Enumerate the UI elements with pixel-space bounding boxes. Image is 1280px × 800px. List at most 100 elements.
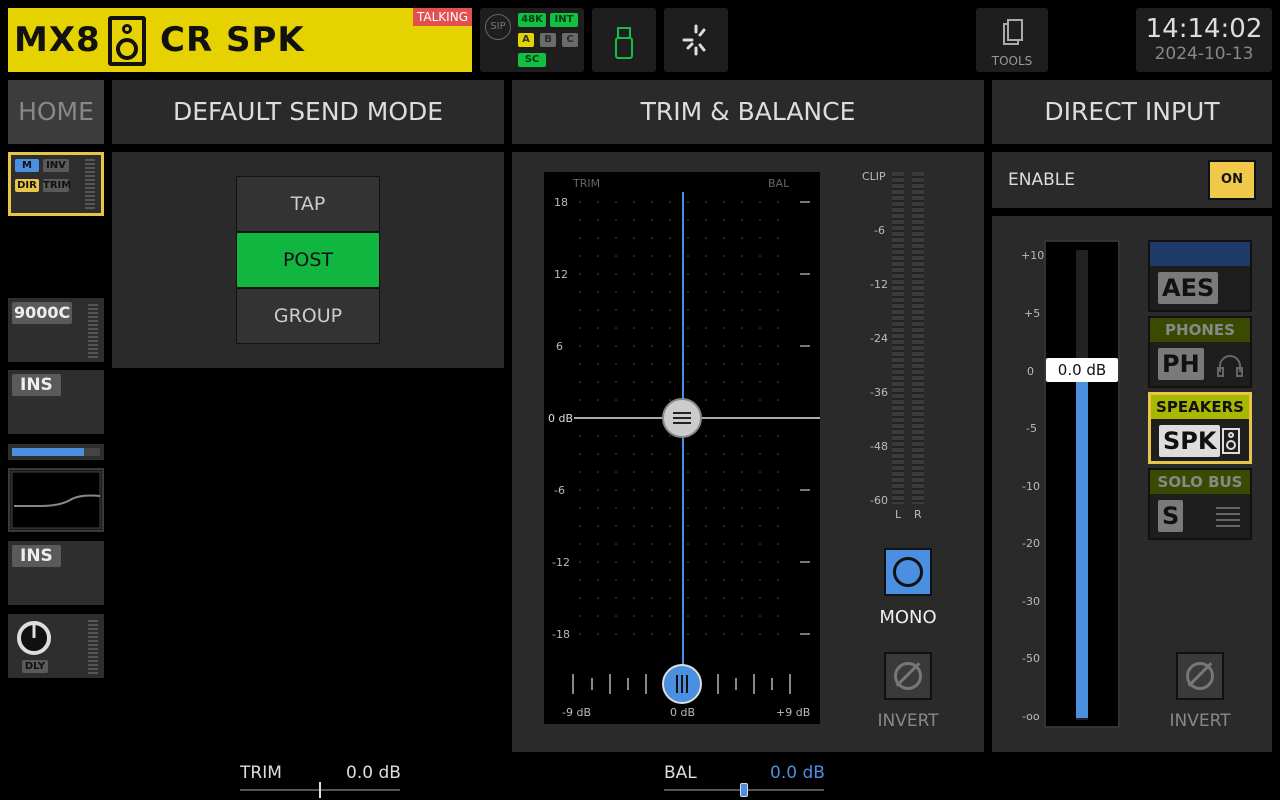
fader-readout: 0.0 dB [1046, 358, 1118, 382]
bal-left-label: -9 dB [562, 706, 591, 719]
usb-button[interactable] [592, 8, 656, 72]
network-icon [682, 24, 706, 56]
channel-name: CR SPK [160, 20, 305, 60]
clock-date: 2024-10-13 [1154, 44, 1254, 64]
enable-label: ENABLE [1008, 170, 1075, 190]
meter-tick-24: -24 [870, 332, 888, 345]
mono-button[interactable] [884, 548, 932, 596]
meter-clip-label: CLIP [862, 170, 886, 183]
fader-level-fill [1076, 375, 1088, 718]
di-tick-0: 0 [1027, 365, 1034, 378]
post-button[interactable]: POST [236, 232, 380, 288]
eq-curve-icon [11, 471, 101, 529]
balance-handle[interactable] [662, 664, 702, 704]
sample-rate-badge: 48K [518, 13, 546, 27]
channel-title-bar[interactable]: MX8 CR SPK TALKING [8, 8, 472, 72]
strip-insert-2[interactable]: INS [8, 541, 104, 605]
preamp-meter [88, 304, 98, 358]
trim-axis-label: TRIM [573, 177, 601, 190]
sip-indicator: SIP [485, 14, 511, 40]
home-button[interactable]: HOME [8, 80, 104, 144]
strip-input-section[interactable]: M INV DIR TRIM [8, 152, 104, 216]
trim-tick-0: 0 dB [548, 412, 574, 425]
strip-meter [85, 159, 95, 211]
strip-fader-preview[interactable] [8, 444, 104, 460]
bal-center-label: 0 dB [670, 706, 696, 719]
solo-title: SOLO BUS [1150, 470, 1250, 494]
mute-tag: M [15, 159, 39, 172]
insert-2-label: INS [12, 545, 61, 567]
usb-icon [615, 27, 633, 59]
trim-invert-label: INVERT [877, 711, 939, 731]
strip-insert-1[interactable]: INS [8, 370, 104, 434]
talking-badge: TALKING [413, 8, 472, 26]
trim-handle[interactable] [662, 398, 702, 438]
headphones-icon [1217, 355, 1243, 377]
bottom-trim-marker [319, 782, 321, 798]
grip-icon [676, 675, 688, 693]
trim-tick-m6: -6 [554, 484, 565, 497]
documents-icon [1003, 19, 1023, 45]
fader-fill [12, 448, 84, 456]
speakers-label: SPK [1159, 425, 1221, 457]
speakers-title: SPEAKERS [1151, 395, 1249, 419]
direct-tag: DIR [15, 179, 39, 192]
strip-eq-preview[interactable] [8, 468, 104, 532]
sync-status-panel[interactable]: SIP 48K INT A B C SC [480, 8, 584, 72]
send-mode-header: DEFAULT SEND MODE [112, 80, 504, 144]
bottom-trim-value: 0.0 dB [346, 763, 401, 783]
phones-label: PH [1158, 348, 1204, 380]
di-tick-p5: +5 [1024, 307, 1041, 320]
direct-input-header: DIRECT INPUT [992, 80, 1272, 144]
source-phones[interactable]: PHONES PH [1148, 316, 1252, 388]
trim-tick-m12: -12 [552, 556, 570, 569]
trim-tag: TRIM [43, 179, 72, 192]
meter-right-channel [912, 172, 924, 504]
strip-delay-section[interactable]: DLY [8, 614, 104, 678]
clock-time: 14:14:02 [1145, 14, 1263, 44]
tools-button[interactable]: TOOLS [976, 8, 1048, 72]
mono-circle-icon [893, 557, 923, 587]
network-button[interactable] [664, 8, 728, 72]
di-tick-m50: -50 [1022, 652, 1040, 665]
insert-1-label: INS [12, 374, 61, 396]
invert-tag: INV [43, 159, 69, 172]
trim-tick-18: 18 [554, 196, 568, 209]
direct-invert-label: INVERT [1169, 711, 1231, 731]
speaker-small-icon [1222, 428, 1240, 454]
sync-a-badge: A [518, 33, 534, 47]
tap-button[interactable]: TAP [236, 176, 380, 232]
di-tick-m20: -20 [1022, 537, 1040, 550]
preamp-model-label: 9000C [12, 302, 73, 324]
trim-balance-header: TRIM & BALANCE [512, 80, 984, 144]
enable-panel: ENABLE ON [992, 152, 1272, 208]
meter-tick-12: -12 [870, 278, 888, 291]
trim-tick-12: 12 [554, 268, 568, 281]
meter-tick-6: -6 [874, 224, 885, 237]
di-tick-inf: -oo [1022, 710, 1040, 723]
tools-label: TOOLS [991, 54, 1033, 68]
bottom-bal-marker [740, 783, 748, 797]
direct-fader[interactable] [1044, 240, 1120, 728]
direct-invert-button[interactable] [1176, 652, 1224, 700]
source-solo-bus[interactable]: SOLO BUS S [1148, 468, 1252, 540]
source-aes[interactable]: AES [1148, 240, 1252, 312]
group-button[interactable]: GROUP [236, 288, 380, 344]
menu-lines-icon [673, 412, 691, 424]
source-speakers[interactable]: SPEAKERS SPK [1148, 392, 1252, 464]
meter-tick-48: -48 [870, 440, 888, 453]
enable-toggle[interactable]: ON [1208, 160, 1256, 200]
sc-badge: SC [518, 53, 546, 67]
clock-source-badge: INT [550, 13, 578, 27]
delay-knob-icon [17, 621, 51, 655]
device-label: MX8 [14, 20, 101, 60]
trim-balance-pad[interactable]: TRIM BAL 18 12 6 0 dB -6 -12 -18 -9 dB 0… [544, 172, 820, 724]
trim-invert-button[interactable] [884, 652, 932, 700]
solo-label: S [1158, 500, 1184, 532]
meter-left-channel [892, 172, 904, 504]
bottom-bal-label: BAL [664, 763, 697, 783]
strip-preamp-section[interactable]: 9000C [8, 298, 104, 362]
meter-tick-60: -60 [870, 494, 888, 507]
sync-c-badge: C [562, 33, 578, 47]
sync-b-badge: B [540, 33, 556, 47]
